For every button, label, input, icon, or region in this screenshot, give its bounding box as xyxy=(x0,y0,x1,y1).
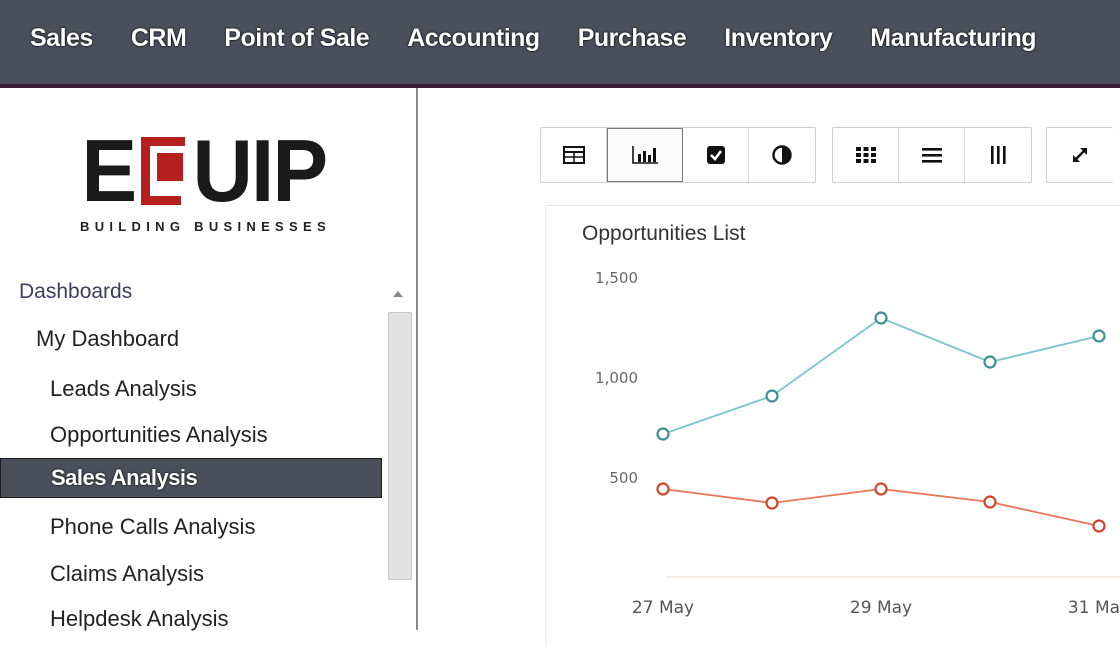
x-tick-label: 31 May xyxy=(1068,598,1120,618)
y-tick-label: 1,000 xyxy=(595,369,638,387)
line-chart: 1,500 1,000 500 27 May 29 May 31 May xyxy=(595,269,1120,618)
data-point-series-1[interactable] xyxy=(1092,329,1106,343)
x-tick-label: 27 May xyxy=(632,598,694,618)
data-point-series-1[interactable] xyxy=(765,389,779,403)
series-line-1 xyxy=(662,316,1100,435)
data-point-series-2[interactable] xyxy=(983,495,997,509)
y-tick-label: 500 xyxy=(609,469,638,487)
data-point-series-1[interactable] xyxy=(656,427,670,441)
data-point-series-2[interactable] xyxy=(656,482,670,496)
x-tick-label: 29 May xyxy=(850,598,912,618)
y-tick-label: 1,500 xyxy=(595,269,638,287)
data-point-series-2[interactable] xyxy=(1092,519,1106,533)
data-point-series-1[interactable] xyxy=(983,355,997,369)
data-point-series-1[interactable] xyxy=(874,311,888,325)
data-point-series-2[interactable] xyxy=(765,496,779,510)
data-point-series-2[interactable] xyxy=(874,482,888,496)
